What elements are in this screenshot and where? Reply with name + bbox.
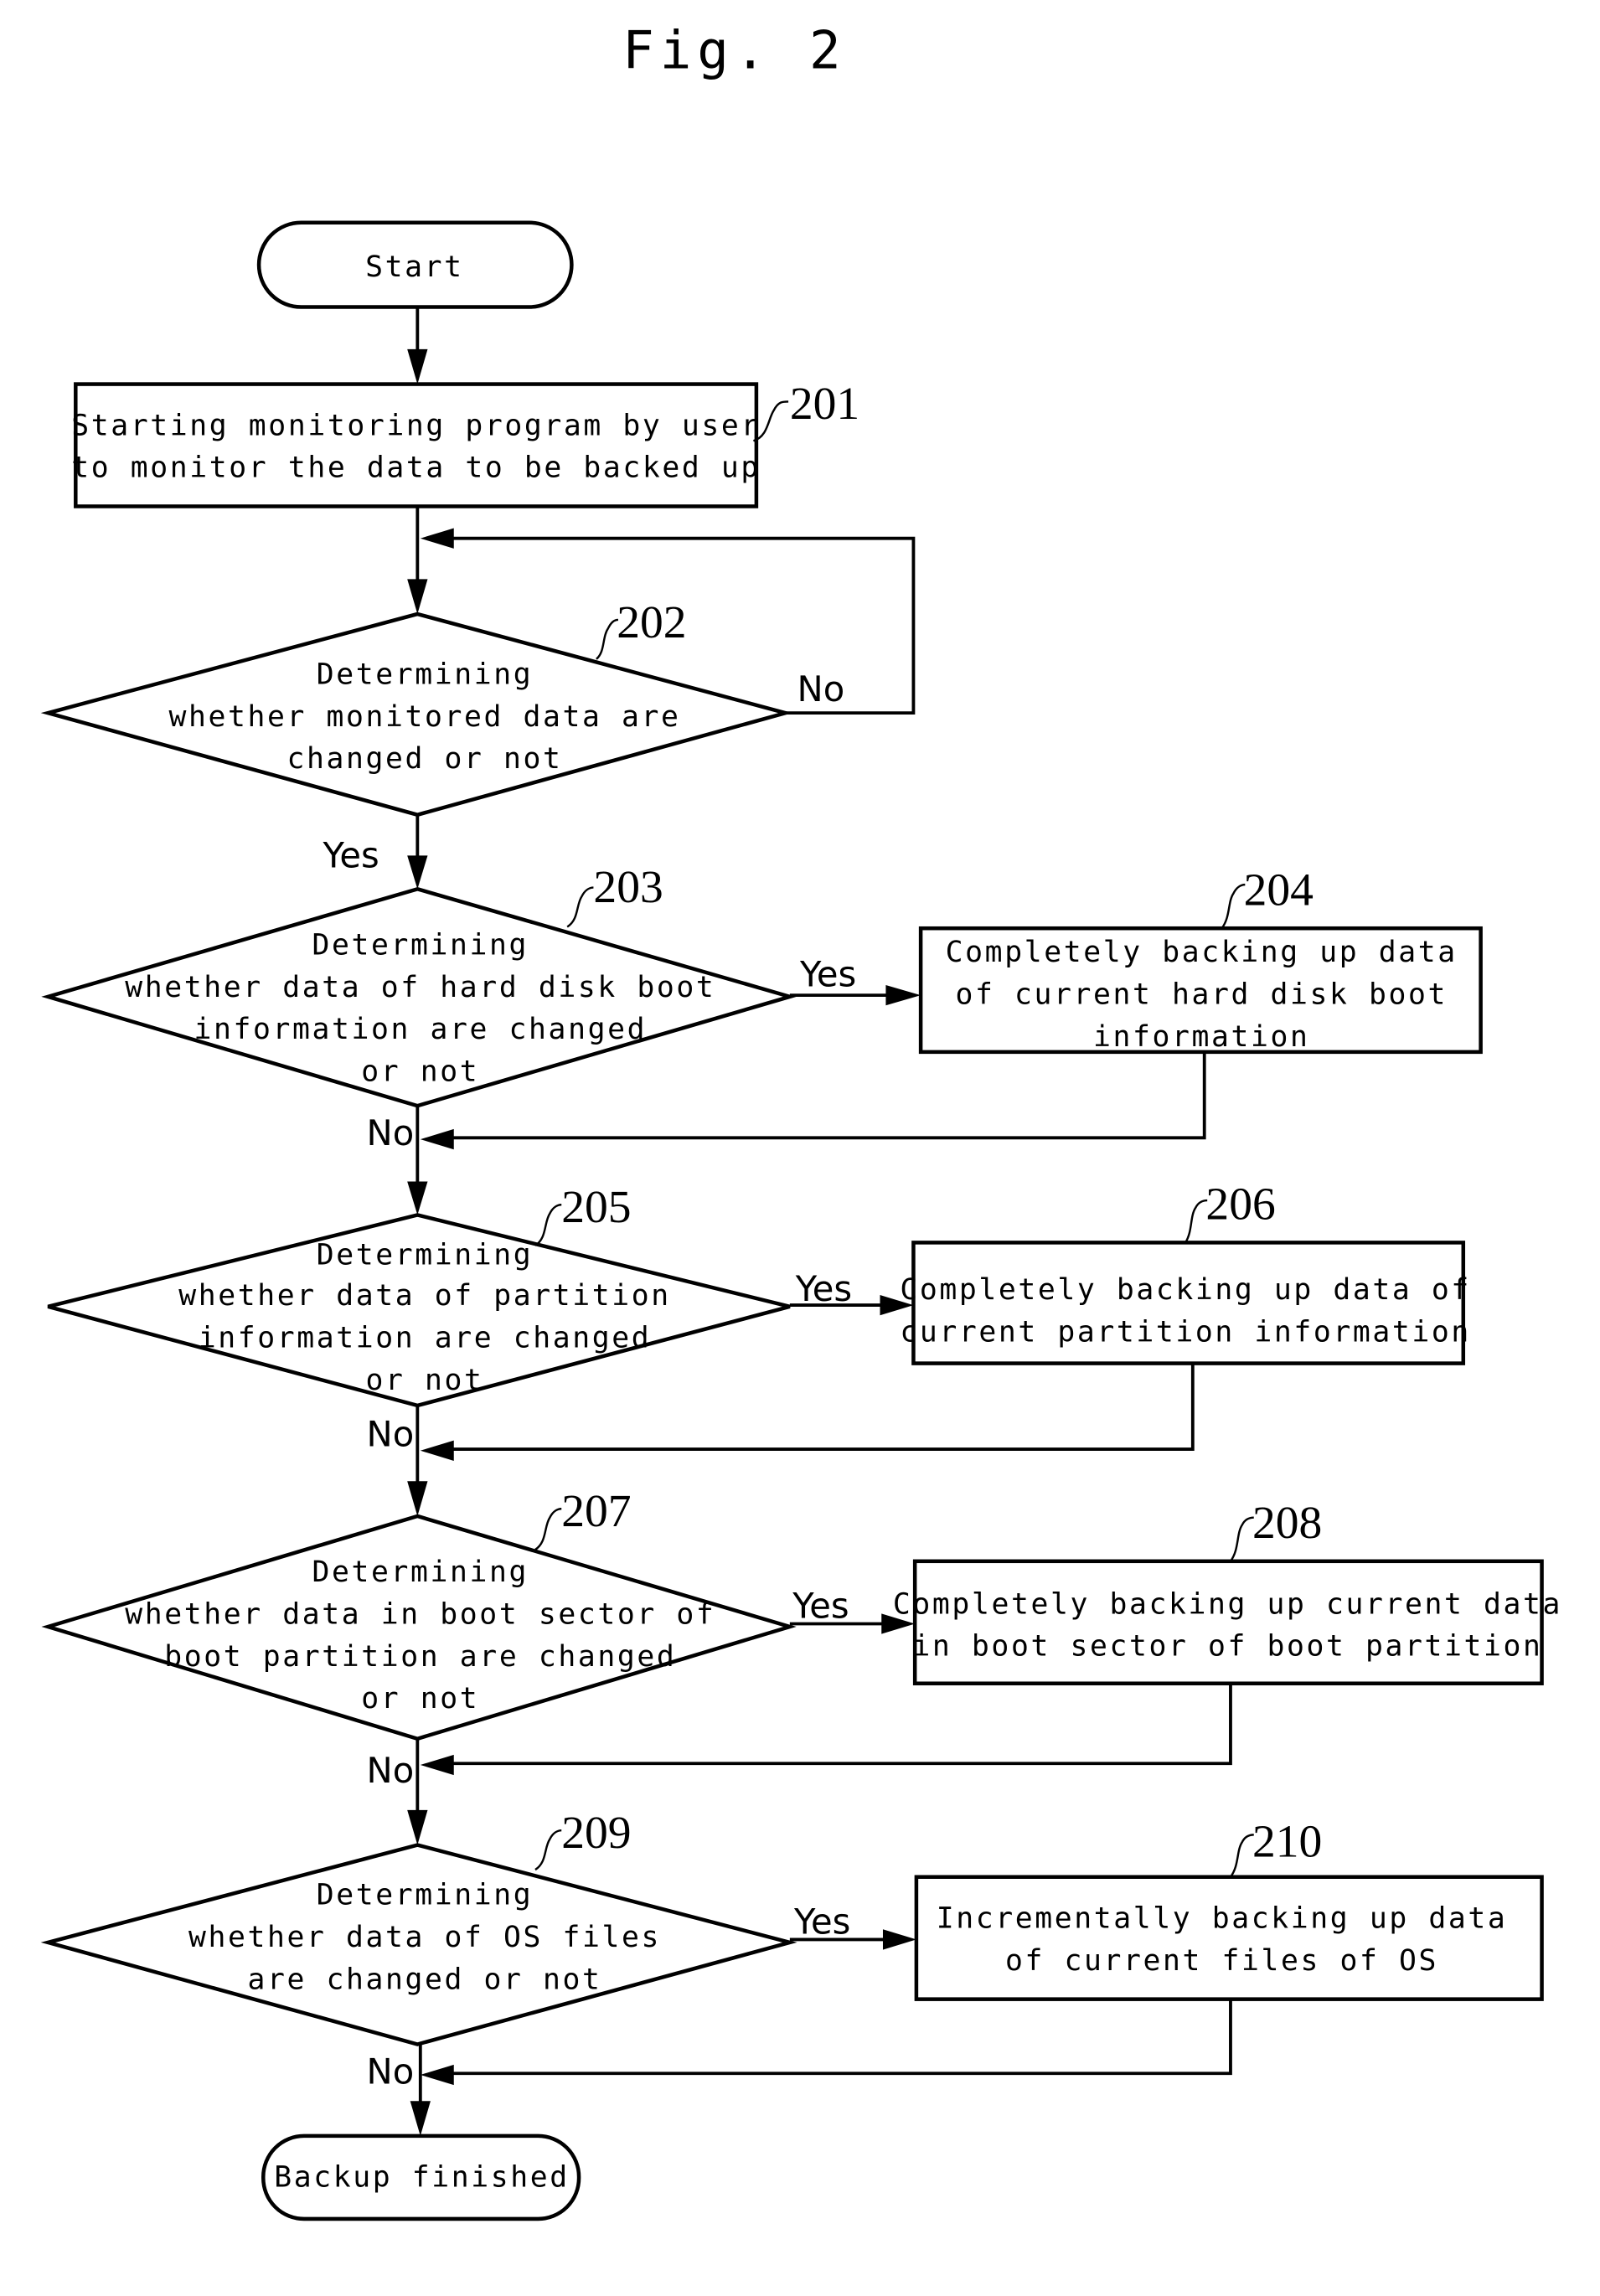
arrowhead-icon (407, 1181, 428, 1215)
ref-leader-204 (1221, 883, 1246, 929)
ref-number-204: 204 (1244, 864, 1314, 916)
end-label: Backup finished (274, 2161, 570, 2195)
process-210-line-1: Incrementally backing up data (937, 1902, 1508, 1936)
arrowhead-icon (885, 984, 921, 1006)
decision-205-line-2: whether data of partition (178, 1279, 671, 1313)
ref-number-210: 210 (1252, 1815, 1322, 1867)
branch-yes-209: Yes (793, 1901, 850, 1942)
arrowhead-icon (420, 2064, 454, 2086)
arrowhead-icon (407, 1481, 428, 1516)
ref-leader-210 (1229, 1834, 1254, 1878)
process-208-line-2: in boot sector of boot partition (912, 1630, 1542, 1664)
process-206-line-1: Completely backing up data of (900, 1273, 1471, 1307)
branch-no-202: No (797, 668, 845, 709)
ref-leader-209 (534, 1829, 562, 1871)
decision-203-line-4: or not (361, 1055, 479, 1089)
process-204-line-3: information (1093, 1020, 1310, 1054)
arrowhead-icon (407, 348, 428, 384)
process-box-208 (912, 1559, 1544, 1685)
decision-203-line-3: information are changed (194, 1013, 648, 1046)
process-204-line-1: Completely backing up data (946, 936, 1458, 969)
decision-207-line-1: Determining (312, 1556, 529, 1589)
ref-number-202: 202 (617, 596, 686, 648)
process-204-line-2: of current hard disk boot (955, 978, 1448, 1012)
ref-leader-208 (1229, 1516, 1254, 1562)
decision-202-line-1: Determining (317, 658, 534, 691)
ref-number-208: 208 (1252, 1497, 1322, 1549)
process-201-line-2: to monitor the data to be backed up (71, 451, 761, 485)
ref-number-209: 209 (561, 1807, 631, 1859)
decision-207-line-4: or not (361, 1682, 479, 1716)
flowchart: Fig. 2 Start Starting monitoring program… (40, 20, 1562, 2221)
ref-leader-202 (596, 618, 619, 660)
branch-yes-205: Yes (795, 1268, 852, 1309)
branch-no-203: No (367, 1112, 415, 1153)
process-box-201 (74, 382, 759, 508)
ref-number-203: 203 (593, 861, 663, 913)
decision-209-line-3: are changed or not (247, 1963, 601, 1996)
decision-202-line-2: whether monitored data are (168, 700, 680, 734)
arrowhead-icon (882, 1929, 916, 1950)
arrowhead-icon (407, 579, 428, 615)
decision-205-line-3: information are changed (199, 1321, 652, 1354)
arrowhead-icon (420, 1440, 454, 1461)
decision-202-line-3: changed or not (286, 742, 562, 776)
ref-leader-205 (534, 1204, 562, 1246)
process-210-line-2: of current files of OS (1005, 1944, 1438, 1978)
arrowhead-icon (407, 1809, 428, 1845)
ref-number-206: 206 (1205, 1179, 1275, 1231)
decision-209-line-1: Determining (317, 1879, 534, 1912)
ref-number-201: 201 (790, 378, 859, 430)
branch-yes-202: Yes (322, 834, 379, 875)
arrowhead-icon (420, 528, 454, 549)
decision-203-line-2: whether data of hard disk boot (125, 971, 715, 1004)
ref-leader-206 (1185, 1199, 1208, 1244)
process-box-210 (914, 1875, 1544, 2001)
arrowhead-icon (420, 1128, 454, 1150)
return-206 (451, 1363, 1195, 1451)
branch-no-209: No (367, 2051, 415, 2092)
branch-yes-203: Yes (799, 954, 856, 995)
ref-number-205: 205 (561, 1181, 631, 1233)
ref-number-207: 207 (561, 1485, 631, 1537)
figure-title: Fig. 2 (622, 20, 846, 81)
decision-207-line-3: boot partition are changed (164, 1640, 676, 1674)
decision-207-line-2: whether data in boot sector of (125, 1597, 715, 1631)
return-210 (451, 1999, 1232, 2076)
process-208-line-1: Completely backing up current data (893, 1587, 1562, 1621)
start-label: Start (365, 250, 464, 284)
branch-yes-207: Yes (792, 1586, 849, 1627)
decision-205-line-1: Determining (317, 1238, 534, 1272)
decision-205-line-4: or not (366, 1364, 484, 1397)
ref-leader-207 (534, 1508, 562, 1550)
ref-leader-203 (566, 886, 594, 928)
decision-209-line-2: whether data of OS files (188, 1921, 661, 1954)
decision-203-line-1: Determining (312, 928, 529, 962)
branch-no-205: No (367, 1414, 415, 1455)
branch-no-207: No (367, 1750, 415, 1791)
arrowhead-icon (407, 855, 428, 890)
arrowhead-icon (410, 2101, 431, 2136)
process-206-line-2: current partition information (900, 1316, 1471, 1349)
process-201-line-1: Starting monitoring program by user (71, 409, 761, 442)
arrowhead-icon (420, 1754, 454, 1776)
